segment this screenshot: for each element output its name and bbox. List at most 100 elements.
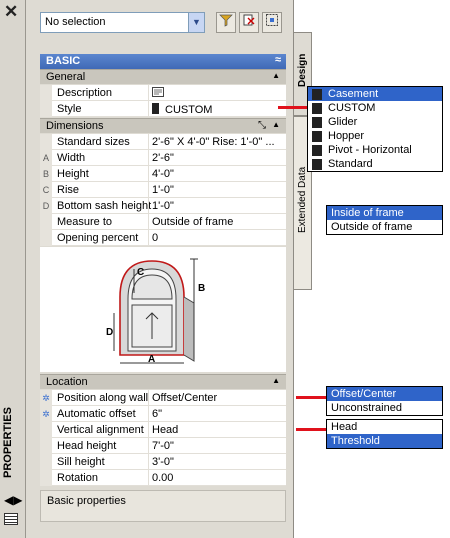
row-position-along-wall[interactable]: ✲ Position along wall Offset/Center (40, 390, 286, 406)
row-value[interactable]: 2'-6" (148, 150, 286, 166)
measure-option[interactable]: Outside of frame (327, 220, 442, 234)
row-bottom-sash-height[interactable]: D Bottom sash height 1'-0" (40, 198, 286, 214)
selection-dropdown[interactable]: No selection ▼ (40, 12, 205, 33)
row-description[interactable]: Description (40, 85, 286, 101)
chevron-up-icon[interactable]: ▲ (272, 376, 280, 385)
row-value[interactable] (148, 85, 286, 101)
description-info-box: Basic properties (40, 490, 286, 522)
tab-design-label: Design (297, 53, 308, 87)
style-option[interactable]: Hopper (308, 129, 442, 143)
close-icon[interactable]: ✕ (4, 3, 18, 20)
alignment-option[interactable]: Head (327, 420, 442, 434)
alignment-option[interactable]: Threshold (327, 434, 442, 448)
row-value[interactable]: 4'-0" (148, 166, 286, 182)
location-title: Location (46, 376, 88, 388)
position-option[interactable]: Offset/Center (327, 387, 442, 401)
row-measure-to[interactable]: Measure to Outside of frame (40, 214, 286, 230)
style-option[interactable]: Pivot - Horizontal (308, 143, 442, 157)
row-value[interactable]: 0 (148, 230, 286, 246)
callout-line-position (296, 396, 328, 399)
row-width[interactable]: A Width 2'-6" (40, 150, 286, 166)
dimensions-section-header[interactable]: Dimensions ⤡ ▲ (40, 118, 286, 133)
chevron-down-icon[interactable]: ▼ (188, 13, 204, 32)
row-value[interactable]: 6" (148, 406, 286, 422)
chevron-up-icon[interactable]: ▲ (272, 120, 280, 129)
general-section-header[interactable]: General ▲ (40, 69, 286, 84)
option-label: Pivot - Horizontal (328, 144, 412, 156)
row-label: Opening percent (57, 232, 139, 244)
row-rotation[interactable]: Rotation 0.00 (40, 470, 286, 486)
palette-title-bar: ✕ PROPERTIES ◀▶ (0, 0, 26, 538)
dimension-edit-icon[interactable]: ⤡ (258, 120, 266, 131)
row-value[interactable]: CUSTOM (148, 101, 286, 117)
select-objects-icon[interactable] (262, 12, 282, 33)
collapse-icon[interactable]: ≈ (275, 54, 281, 66)
row-height[interactable]: B Height 4'-0" (40, 166, 286, 182)
row-letter: D (40, 198, 52, 214)
row-label: Vertical alignment (57, 424, 144, 436)
quick-select-icon[interactable] (216, 12, 236, 33)
row-label: Description (57, 87, 113, 99)
auto-hide-icon[interactable]: ◀▶ (4, 493, 22, 507)
row-standard-sizes[interactable]: Standard sizes 2'-6" X 4'-0" Rise: 1'-0" … (40, 134, 286, 150)
row-label: Position along wall (57, 392, 149, 404)
selection-value: No selection (45, 16, 106, 28)
row-label: Rotation (57, 472, 98, 484)
row-value[interactable]: Head (148, 422, 286, 438)
row-rise[interactable]: C Rise 1'-0" (40, 182, 286, 198)
toggle-pickadd-icon[interactable] (239, 12, 259, 33)
row-sill-height[interactable]: Sill height 3'-0" (40, 454, 286, 470)
row-letter: A (40, 150, 52, 166)
style-swatch-icon (312, 158, 322, 170)
window-dimension-diagram: C B D A (40, 247, 286, 372)
row-value[interactable]: 7'-0" (148, 438, 286, 454)
basic-header[interactable]: BASIC ≈ (40, 54, 286, 69)
option-label: Head (331, 421, 358, 433)
style-option[interactable]: Standard (308, 157, 442, 171)
row-value[interactable]: 3'-0" (148, 454, 286, 470)
position-option[interactable]: Unconstrained (327, 401, 442, 415)
callout-line-style (278, 106, 308, 109)
row-value[interactable]: 0.00 (148, 470, 286, 486)
row-letter: C (40, 182, 52, 198)
row-style[interactable]: Style CUSTOM (40, 101, 286, 117)
dim-label-d: D (106, 327, 114, 338)
row-value[interactable]: 2'-6" X 4'-0" Rise: 1'-0" ... (148, 134, 286, 150)
row-label: Standard sizes (57, 136, 130, 148)
properties-menu-icon[interactable] (4, 513, 18, 525)
style-swatch-icon (312, 144, 322, 156)
row-value[interactable]: 1'-0" (148, 182, 286, 198)
row-opening-percent[interactable]: Opening percent 0 (40, 230, 286, 246)
row-vertical-alignment[interactable]: Vertical alignment Head (40, 422, 286, 438)
row-letter: B (40, 166, 52, 182)
dimensions-rows: Standard sizes 2'-6" X 4'-0" Rise: 1'-0" … (40, 134, 286, 246)
style-swatch-icon (312, 130, 322, 142)
option-label: Casement (328, 88, 379, 100)
style-option[interactable]: Casement (308, 87, 442, 101)
row-value[interactable]: Outside of frame (148, 214, 286, 230)
row-automatic-offset[interactable]: ✲ Automatic offset 6" (40, 406, 286, 422)
row-letter (40, 134, 52, 150)
style-option[interactable]: CUSTOM (308, 101, 442, 115)
callout-line-vertical-alignment (296, 428, 328, 431)
location-section-header[interactable]: Location ▲ (40, 374, 286, 389)
option-label: Outside of frame (331, 221, 413, 233)
basic-header-label: BASIC (46, 55, 81, 67)
row-label: Sill height (57, 456, 105, 468)
row-value[interactable]: Offset/Center (148, 390, 286, 406)
info-text: Basic properties (47, 495, 126, 507)
properties-panel: No selection ▼ BASIC ≈ General ▲ Descrip… (26, 0, 294, 538)
description-icon[interactable] (152, 87, 164, 97)
option-label: Glider (328, 116, 358, 128)
style-option[interactable]: Glider (308, 115, 442, 129)
row-head-height[interactable]: Head height 7'-0" (40, 438, 286, 454)
measure-option[interactable]: Inside of frame (327, 206, 442, 220)
chevron-up-icon[interactable]: ▲ (272, 71, 280, 80)
option-label: Threshold (331, 435, 380, 447)
option-label: Unconstrained (331, 402, 402, 414)
row-value[interactable]: 1'-0" (148, 198, 286, 214)
row-label: Head height (57, 440, 117, 452)
general-rows: Description Style CUSTOM (40, 85, 286, 117)
row-label: Bottom sash height (57, 200, 152, 212)
general-title: General (46, 71, 86, 83)
